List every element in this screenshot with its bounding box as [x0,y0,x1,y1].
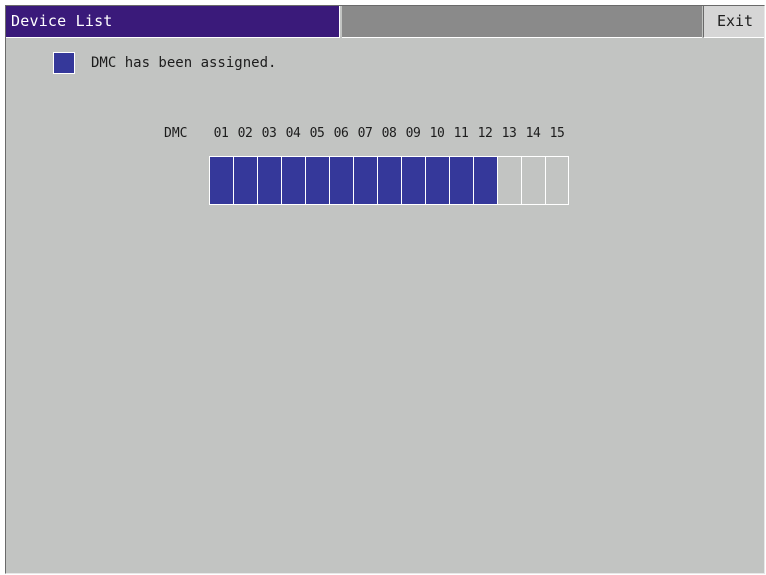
dmc-slot-assigned [473,156,497,205]
dmc-slot-number: 09 [405,126,421,141]
dmc-slot-number: 13 [501,126,517,141]
dmc-slot-number: 05 [309,126,325,141]
dmc-slot-assigned [449,156,473,205]
window-title: Device List [11,12,113,30]
title-bar-spacer [342,6,702,38]
dmc-slot-number: 11 [453,126,469,141]
dmc-slot-unassigned [497,156,521,205]
dmc-slot-number: 14 [525,126,541,141]
assigned-legend-label: DMC has been assigned. [91,55,277,71]
dmc-slot-unassigned [521,156,545,205]
dmc-slot-assigned [353,156,377,205]
dmc-slot-assigned [425,156,449,205]
dmc-slot-number: 01 [213,126,229,141]
title-bar: Device List [6,6,340,38]
dmc-row-label: DMC [164,126,188,141]
dmc-slot-number: 12 [477,126,493,141]
dmc-slot-number: 07 [357,126,373,141]
dmc-slot-assigned [233,156,257,205]
dmc-slot-assigned [377,156,401,205]
dmc-slot-assigned [281,156,305,205]
dmc-slot-number: 02 [237,126,253,141]
dmc-slot-number: 08 [381,126,397,141]
dmc-slot-assigned [305,156,329,205]
dmc-slot-number: 03 [261,126,277,141]
dmc-slot-assigned [209,156,233,205]
dmc-slot-assigned [257,156,281,205]
exit-button[interactable]: Exit [703,6,764,38]
dmc-slot-number: 04 [285,126,301,141]
device-list-screen: Device List Exit DMC has been assigned. … [5,5,765,574]
assigned-legend-swatch [53,52,75,74]
dmc-slot-number: 15 [549,126,565,141]
dmc-slot-assigned [329,156,353,205]
dmc-slot-number: 06 [333,126,349,141]
dmc-slot-number: 10 [429,126,445,141]
dmc-slot-assigned [401,156,425,205]
dmc-slot-unassigned [545,156,569,205]
